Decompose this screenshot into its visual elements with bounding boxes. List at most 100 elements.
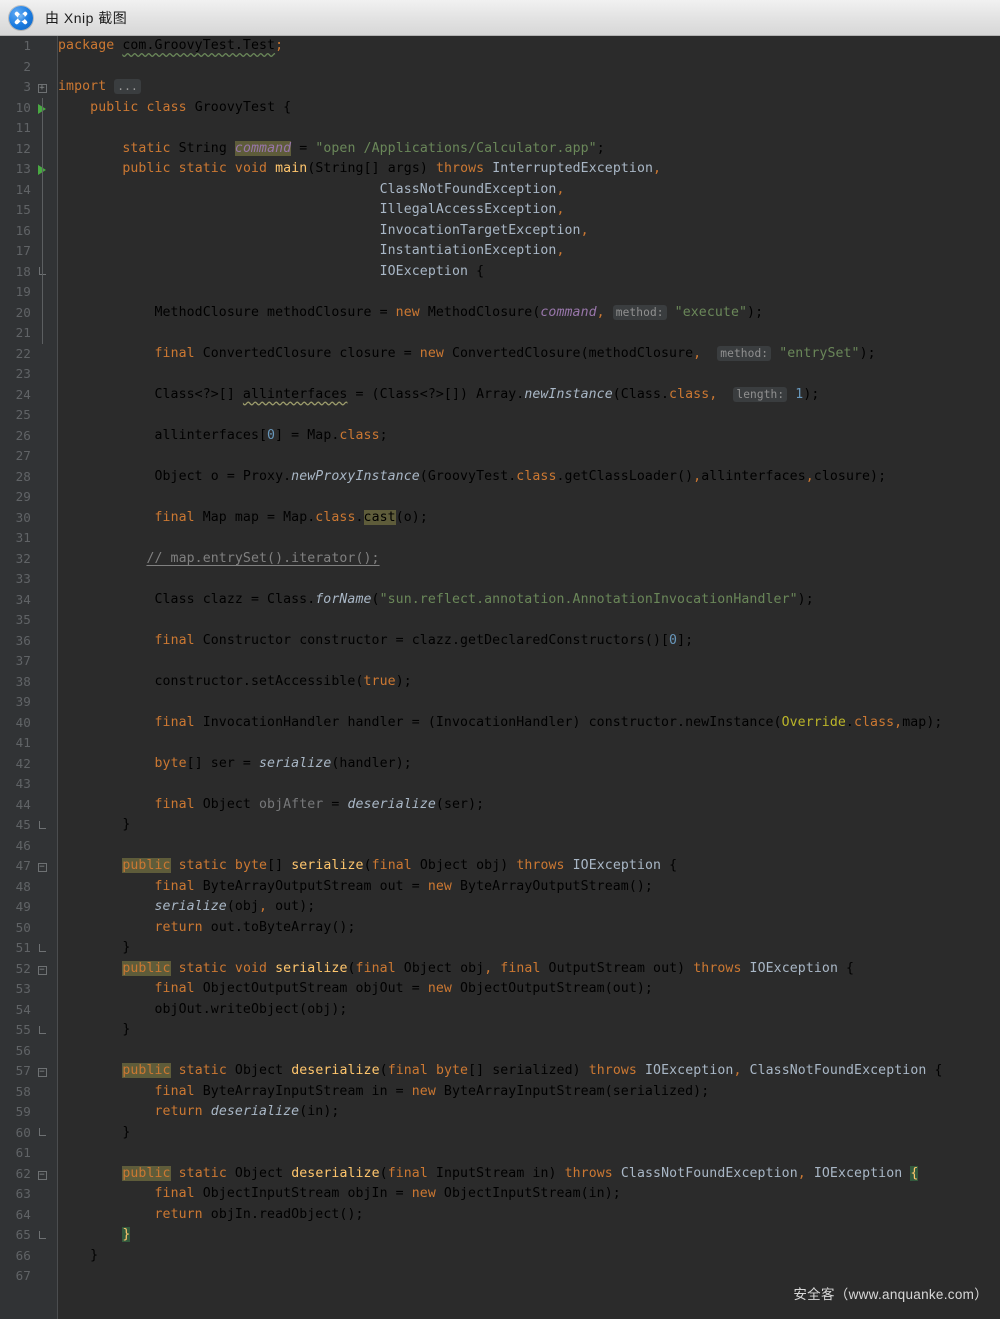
code-line-26[interactable]: allinterfaces[0] = Map.class; xyxy=(58,426,1000,447)
code-line-34[interactable]: Class clazz = Class.forName("sun.reflect… xyxy=(58,590,1000,611)
code-line-20[interactable]: MethodClosure methodClosure = new Method… xyxy=(58,303,1000,324)
gutter-line-56[interactable]: 56 xyxy=(0,1041,57,1062)
gutter-line-67[interactable]: 67 xyxy=(0,1266,57,1287)
fold-end-icon[interactable] xyxy=(34,1225,50,1246)
gutter-line-55[interactable]: 55 xyxy=(0,1020,57,1041)
gutter-line-38[interactable]: 38 xyxy=(0,672,57,693)
gutter-line-13[interactable]: 13 xyxy=(0,159,57,180)
code-line-22[interactable]: final ConvertedClosure closure = new Con… xyxy=(58,344,1000,365)
gutter-line-62[interactable]: 62− xyxy=(0,1164,57,1185)
gutter-line-43[interactable]: 43 xyxy=(0,774,57,795)
code-line-29[interactable] xyxy=(58,487,1000,508)
gutter-line-12[interactable]: 12 xyxy=(0,139,57,160)
code-line-16[interactable]: InvocationTargetException, xyxy=(58,221,1000,242)
code-line-2[interactable] xyxy=(58,57,1000,78)
gutter-line-40[interactable]: 40 xyxy=(0,713,57,734)
code-line-50[interactable]: return out.toByteArray(); xyxy=(58,918,1000,939)
gutter-line-51[interactable]: 51 xyxy=(0,938,57,959)
fold-start-icon[interactable]: − xyxy=(34,959,50,980)
editor-gutter[interactable]: 123+101112131415161718192021222324252627… xyxy=(0,36,58,1319)
gutter-line-14[interactable]: 14 xyxy=(0,180,57,201)
gutter-line-20[interactable]: 20 xyxy=(0,303,57,324)
gutter-line-1[interactable]: 1 xyxy=(0,36,57,57)
code-line-13[interactable]: public static void main(String[] args) t… xyxy=(58,159,1000,180)
gutter-line-50[interactable]: 50 xyxy=(0,918,57,939)
gutter-line-57[interactable]: 57− xyxy=(0,1061,57,1082)
code-line-31[interactable] xyxy=(58,528,1000,549)
code-line-60[interactable]: } xyxy=(58,1123,1000,1144)
gutter-line-32[interactable]: 32 xyxy=(0,549,57,570)
code-line-15[interactable]: IllegalAccessException, xyxy=(58,200,1000,221)
code-line-49[interactable]: serialize(obj, out); xyxy=(58,897,1000,918)
fold-end-icon[interactable] xyxy=(34,1020,50,1041)
gutter-line-65[interactable]: 65 xyxy=(0,1225,57,1246)
code-line-66[interactable]: } xyxy=(58,1246,1000,1267)
code-line-19[interactable] xyxy=(58,282,1000,303)
code-line-63[interactable]: final ObjectInputStream objIn = new Obje… xyxy=(58,1184,1000,1205)
code-line-36[interactable]: final Constructor constructor = clazz.ge… xyxy=(58,631,1000,652)
fold-start-icon[interactable]: − xyxy=(34,856,50,877)
gutter-line-30[interactable]: 30 xyxy=(0,508,57,529)
code-line-18[interactable]: IOException { xyxy=(58,262,1000,283)
code-line-59[interactable]: return deserialize(in); xyxy=(58,1102,1000,1123)
gutter-line-3[interactable]: 3+ xyxy=(0,77,57,98)
gutter-line-22[interactable]: 22 xyxy=(0,344,57,365)
gutter-line-64[interactable]: 64 xyxy=(0,1205,57,1226)
gutter-line-45[interactable]: 45 xyxy=(0,815,57,836)
gutter-line-16[interactable]: 16 xyxy=(0,221,57,242)
gutter-line-15[interactable]: 15 xyxy=(0,200,57,221)
gutter-line-54[interactable]: 54 xyxy=(0,1000,57,1021)
gutter-line-42[interactable]: 42 xyxy=(0,754,57,775)
code-line-11[interactable] xyxy=(58,118,1000,139)
gutter-line-59[interactable]: 59 xyxy=(0,1102,57,1123)
gutter-line-60[interactable]: 60 xyxy=(0,1123,57,1144)
code-line-45[interactable]: } xyxy=(58,815,1000,836)
code-line-57[interactable]: public static Object deserialize(final b… xyxy=(58,1061,1000,1082)
gutter-line-25[interactable]: 25 xyxy=(0,405,57,426)
code-line-14[interactable]: ClassNotFoundException, xyxy=(58,180,1000,201)
fold-end-icon[interactable] xyxy=(34,815,50,836)
code-line-51[interactable]: } xyxy=(58,938,1000,959)
gutter-line-52[interactable]: 52− xyxy=(0,959,57,980)
gutter-line-21[interactable]: 21 xyxy=(0,323,57,344)
gutter-line-17[interactable]: 17 xyxy=(0,241,57,262)
fold-region-line[interactable] xyxy=(42,98,43,344)
gutter-line-37[interactable]: 37 xyxy=(0,651,57,672)
gutter-line-34[interactable]: 34 xyxy=(0,590,57,611)
code-line-42[interactable]: byte[] ser = serialize(handler); xyxy=(58,754,1000,775)
code-line-56[interactable] xyxy=(58,1041,1000,1062)
gutter-line-27[interactable]: 27 xyxy=(0,446,57,467)
fold-end-icon[interactable] xyxy=(34,938,50,959)
fold-start-icon[interactable]: − xyxy=(34,1061,50,1082)
code-line-28[interactable]: Object o = Proxy.newProxyInstance(Groovy… xyxy=(58,467,1000,488)
code-line-21[interactable] xyxy=(58,323,1000,344)
code-line-3[interactable]: import ... xyxy=(58,77,1000,98)
code-line-10[interactable]: public class GroovyTest { xyxy=(58,98,1000,119)
gutter-line-48[interactable]: 48 xyxy=(0,877,57,898)
gutter-line-23[interactable]: 23 xyxy=(0,364,57,385)
code-line-65[interactable]: } xyxy=(58,1225,1000,1246)
gutter-line-41[interactable]: 41 xyxy=(0,733,57,754)
gutter-line-39[interactable]: 39 xyxy=(0,692,57,713)
code-line-30[interactable]: final Map map = Map.class.cast(o); xyxy=(58,508,1000,529)
gutter-line-61[interactable]: 61 xyxy=(0,1143,57,1164)
code-line-44[interactable]: final Object objAfter = deserialize(ser)… xyxy=(58,795,1000,816)
code-line-38[interactable]: constructor.setAccessible(true); xyxy=(58,672,1000,693)
code-line-24[interactable]: Class<?>[] allinterfaces = (Class<?>[]) … xyxy=(58,385,1000,406)
code-line-25[interactable] xyxy=(58,405,1000,426)
gutter-line-66[interactable]: 66 xyxy=(0,1246,57,1267)
code-line-12[interactable]: static String command = "open /Applicati… xyxy=(58,139,1000,160)
gutter-line-63[interactable]: 63 xyxy=(0,1184,57,1205)
code-line-61[interactable] xyxy=(58,1143,1000,1164)
code-line-27[interactable] xyxy=(58,446,1000,467)
code-line-33[interactable] xyxy=(58,569,1000,590)
code-line-47[interactable]: public static byte[] serialize(final Obj… xyxy=(58,856,1000,877)
fold-collapsed-icon[interactable]: + xyxy=(34,77,50,98)
code-line-1[interactable]: package com.GroovyTest.Test; xyxy=(58,36,1000,57)
gutter-line-46[interactable]: 46 xyxy=(0,836,57,857)
code-line-64[interactable]: return objIn.readObject(); xyxy=(58,1205,1000,1226)
code-line-48[interactable]: final ByteArrayOutputStream out = new By… xyxy=(58,877,1000,898)
code-line-52[interactable]: public static void serialize(final Objec… xyxy=(58,959,1000,980)
gutter-line-18[interactable]: 18 xyxy=(0,262,57,283)
code-line-37[interactable] xyxy=(58,651,1000,672)
